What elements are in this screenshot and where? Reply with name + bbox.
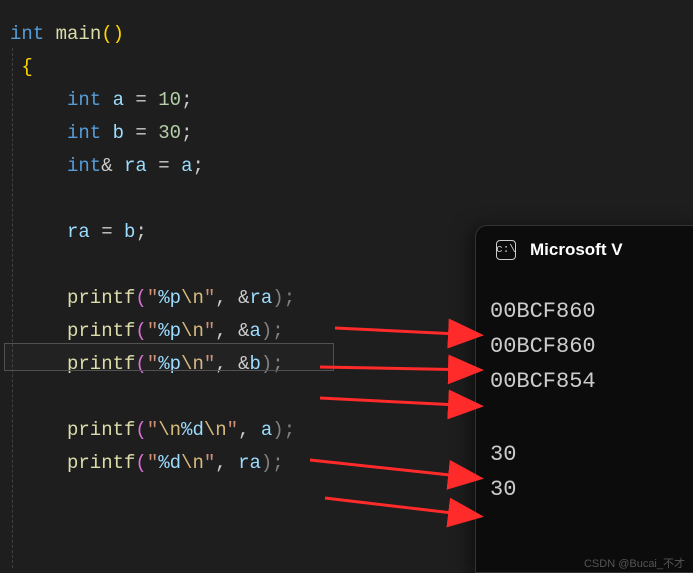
watermark: CSDN @Bucai_不才 — [584, 555, 685, 571]
terminal-window[interactable]: c:\ Microsoft V 00BCF860 00BCF860 00BCF8… — [475, 225, 693, 573]
terminal-output: 00BCF860 — [490, 294, 693, 329]
terminal-header: c:\ Microsoft V — [476, 226, 693, 266]
terminal-output: 30 — [490, 472, 693, 507]
terminal-output: 30 — [490, 437, 693, 472]
terminal-output: 00BCF854 — [490, 364, 693, 399]
code-line: int a = 10; — [2, 84, 693, 117]
terminal-output: 00BCF860 — [490, 329, 693, 364]
code-line: { — [2, 51, 693, 84]
terminal-icon: c:\ — [496, 240, 516, 260]
code-line: int& ra = a; — [2, 150, 693, 183]
code-line: int b = 30; — [2, 117, 693, 150]
blank-line — [2, 183, 693, 216]
code-line: int main() — [2, 18, 693, 51]
terminal-title: Microsoft V — [530, 240, 623, 260]
terminal-body: 00BCF860 00BCF860 00BCF854 30 30 — [476, 266, 693, 507]
